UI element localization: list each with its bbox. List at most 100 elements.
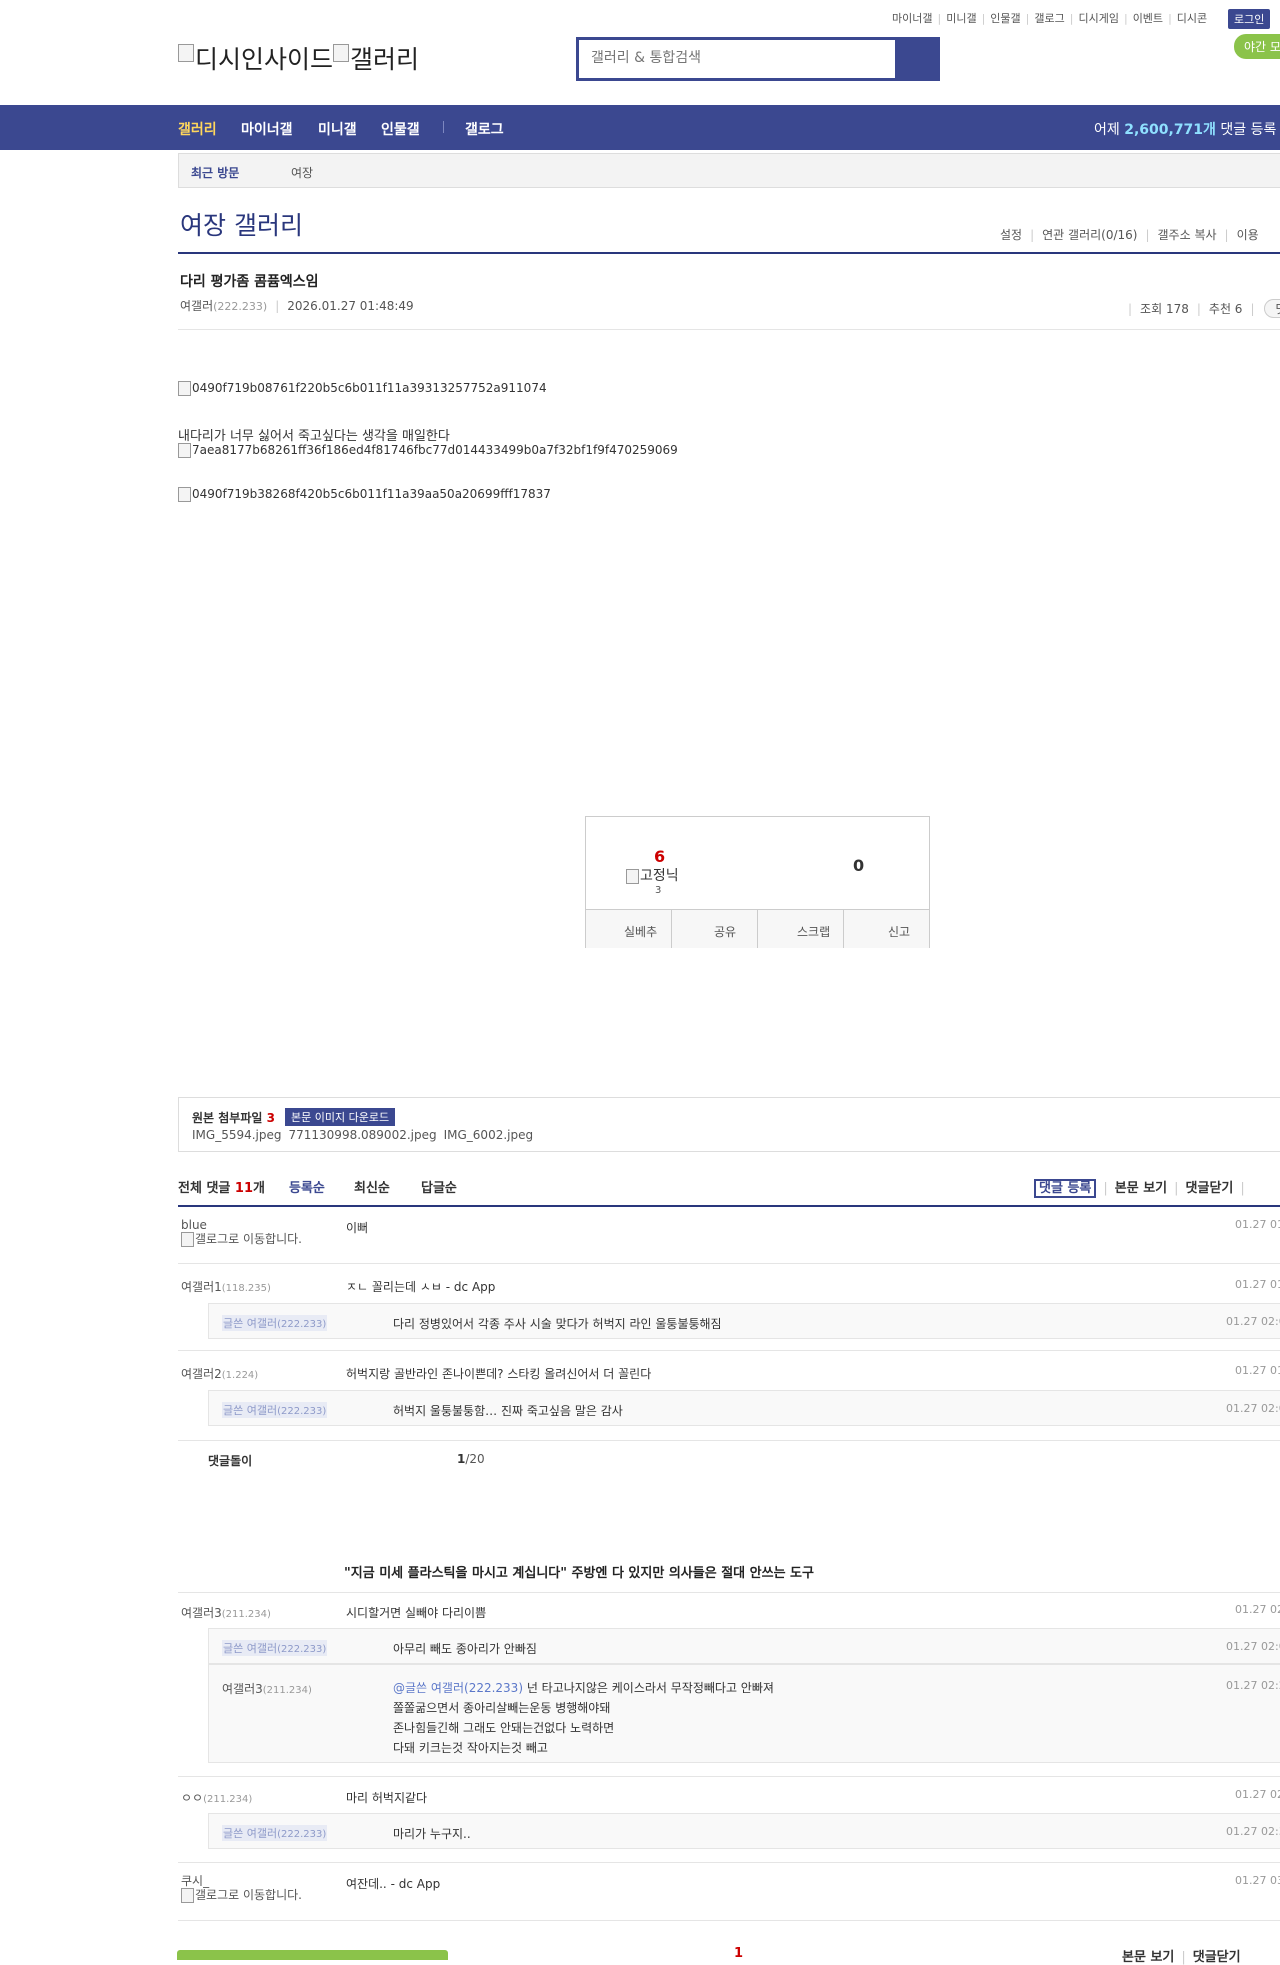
close-comments-button-bottom[interactable]: 댓글닫기	[1193, 1950, 1241, 1965]
reply-box: 글쓴 여갤러(222.233) 다리 정병있어서 각종 주사 시술 맞다가 허벅…	[208, 1303, 1280, 1339]
reply-box: 글쓴 여갤러(222.233) 아무리 빼도 종아리가 안빠짐 01.27 02…	[208, 1628, 1280, 1664]
order-registered[interactable]: 등록순	[289, 1177, 325, 1196]
reply-text-line: 다돼 키크는것 작아지는것 빼고	[393, 1741, 548, 1755]
recent-visit-label[interactable]: 최근 방문	[191, 164, 239, 181]
util-event[interactable]: 이벤트	[1133, 12, 1163, 25]
search-input[interactable]	[589, 49, 843, 67]
view-post-button-bottom[interactable]: 본문 보기	[1122, 1950, 1174, 1965]
login-button[interactable]: 로그인	[1228, 9, 1271, 29]
download-images-button[interactable]: 본문 이미지 다운로드	[285, 1108, 396, 1126]
util-person[interactable]: 인물갤	[990, 12, 1020, 25]
reply-box: 글쓴 여갤러(222.233) 마리가 누구지.. 01.27 02:3	[208, 1813, 1280, 1849]
reply-nick[interactable]: 여갤러3(211.234)	[222, 1680, 312, 1697]
comment-header: 전체 댓글 11개 등록순 최신순 답글순	[178, 1177, 457, 1196]
broken-image-icon	[178, 381, 191, 396]
gnb-gallery[interactable]: 갤러리	[178, 119, 217, 139]
reply-date: 01.27 02:2	[1226, 1679, 1280, 1692]
reply-text-line: 존나힘들긴해 그래도 안돼는건없다 노력하면	[393, 1721, 615, 1735]
gnb-person[interactable]: 인물갤	[381, 119, 420, 139]
ad-headline[interactable]: "지금 미세 플라스틱을 마시고 계십니다" 주방엔 다 있지만 의사들은 절대…	[344, 1562, 814, 1581]
comment-date: 01.27 01	[1235, 1278, 1280, 1291]
comment-divider	[178, 1205, 1280, 1207]
order-latest[interactable]: 최신순	[354, 1177, 390, 1196]
write-button[interactable]	[177, 1950, 448, 1960]
attachment-file[interactable]: 771130998.089002.jpeg	[289, 1128, 437, 1142]
close-comments-button[interactable]: 댓글닫기	[1186, 1181, 1234, 1196]
comment-nick[interactable]: 여갤러3(211.234)	[181, 1604, 271, 1621]
comment-date: 01.27 01	[1235, 1218, 1280, 1231]
downvote-count[interactable]: 0	[853, 856, 864, 875]
util-mini[interactable]: 미니갤	[946, 12, 976, 25]
broken-image-icon	[178, 44, 194, 62]
gnb-minor[interactable]: 마이너갤	[241, 119, 293, 139]
related-gallery-link[interactable]: 연관 갤러리(0/16)	[1042, 228, 1137, 242]
vote-actions: 실베추 공유 스크랩 신고	[586, 909, 929, 948]
post-text-1: 내다리가 너무 싫어서 죽고싶다는 생각을 매일한다	[178, 429, 450, 444]
gallery-tools: 설정 | 연관 갤러리(0/16) | 갤주소 복사 | 이용	[1000, 228, 1259, 242]
share-button[interactable]: 공유	[714, 923, 736, 940]
util-minor[interactable]: 마이너갤	[892, 12, 932, 25]
gnb-gallog[interactable]: 갤로그	[465, 119, 504, 139]
comment-register-button[interactable]: 댓글 등록	[1034, 1179, 1097, 1198]
order-replies[interactable]: 답글순	[421, 1177, 457, 1196]
post-image-3[interactable]: 0490f719b38268f420b5c6b011f11a39aa50a206…	[178, 487, 551, 502]
attachment-file[interactable]: IMG_5594.jpeg	[192, 1128, 282, 1142]
post-meta: 여갤러(222.233) | 2026.01.27 01:48:49	[180, 299, 414, 313]
usage-link[interactable]: 이용	[1237, 228, 1259, 242]
comment-nick[interactable]: ㅇㅇ(211.234)	[181, 1789, 252, 1806]
broken-image-icon	[178, 487, 191, 502]
reply-mention[interactable]: @글쓴 여갤러(222.233)	[393, 1681, 523, 1695]
post-image-2[interactable]: 7aea8177b68261ff36f186ed4f81746fbc77d014…	[178, 443, 678, 458]
reply-writer[interactable]: 글쓴 여갤러(222.233)	[222, 1640, 328, 1656]
site-logo[interactable]: 디시인사이드 갤러리	[178, 40, 419, 76]
report-button[interactable]: 신고	[888, 923, 910, 940]
upvote-count[interactable]: 6	[654, 847, 665, 866]
comment-bot-page[interactable]: 1/20	[457, 1452, 485, 1466]
night-mode-button[interactable]: 야간 모	[1234, 34, 1280, 59]
gnb-mini[interactable]: 미니갤	[318, 119, 357, 139]
comment-count-pill[interactable]: 댓	[1264, 299, 1280, 318]
comment-text: ㅈㄴ 꼴리는데 ㅅㅂ - dc App	[346, 1280, 496, 1294]
reply-writer[interactable]: 글쓴 여갤러(222.233)	[222, 1402, 328, 1418]
reply-text: 허벅지 울퉁불퉁함… 진짜 죽고싶음 말은 감사	[393, 1404, 623, 1418]
copy-url-link[interactable]: 갤주소 복사	[1158, 228, 1217, 242]
comment-bot-label: 댓글돌이	[208, 1454, 253, 1468]
reply-date: 01.27 02:0	[1226, 1640, 1280, 1653]
comment-nick[interactable]: 쿠시_ 갤로그로 이동합니다.	[181, 1874, 302, 1903]
comment-total-label: 전체 댓글	[178, 1181, 235, 1196]
comment-nick[interactable]: 여갤러1(118.235)	[181, 1278, 271, 1295]
broken-image-icon	[333, 44, 350, 62]
fixed-nick-image: 고정닉	[626, 865, 679, 885]
best-recommend-button[interactable]: 실베추	[624, 923, 657, 940]
comment-text: 마리 허벅지같다	[346, 1791, 428, 1805]
util-game[interactable]: 디시게임	[1078, 12, 1118, 25]
reply-date: 01.27 02:3	[1226, 1825, 1280, 1838]
comment-text: 시디할거면 실빼야 다리이쁨	[346, 1606, 487, 1620]
post-author[interactable]: 여갤러	[180, 299, 213, 313]
comment-nick[interactable]: blue 갤로그로 이동합니다.	[181, 1218, 302, 1247]
comment-row-divider	[178, 1440, 1280, 1441]
comment-page-current[interactable]: 1	[734, 1946, 743, 1961]
reply-writer[interactable]: 글쓴 여갤러(222.233)	[222, 1315, 328, 1331]
settings-link[interactable]: 설정	[1000, 228, 1022, 242]
post-image-1[interactable]: 0490f719b08761f220b5c6b011f11a3931325775…	[178, 381, 547, 396]
logo-alt-dcinside: 디시인사이드	[195, 45, 334, 74]
post-title: 다리 평가좀 콤퓸엑스임	[180, 274, 319, 290]
bottom-tools: 본문 보기 | 댓글닫기	[1122, 1950, 1241, 1965]
comment-date: 01.27 03	[1235, 1874, 1280, 1887]
util-gallog[interactable]: 갤로그	[1034, 12, 1064, 25]
gallery-title[interactable]: 여장 갤러리	[180, 206, 303, 242]
search-button[interactable]	[895, 40, 937, 78]
comment-row-divider	[178, 1350, 1280, 1351]
view-post-button[interactable]: 본문 보기	[1115, 1181, 1167, 1196]
recent-visit-gallery[interactable]: 여장	[291, 164, 313, 181]
search-box	[576, 37, 940, 81]
comment-nick[interactable]: 여갤러2(1.224)	[181, 1365, 258, 1382]
reply-text: 아무리 빼도 종아리가 안빠짐	[393, 1642, 537, 1656]
attachment-file[interactable]: IMG_6002.jpeg	[444, 1128, 534, 1142]
broken-image-icon	[181, 1232, 194, 1247]
scrap-button[interactable]: 스크랩	[797, 923, 830, 940]
util-dccon[interactable]: 디시콘	[1177, 12, 1207, 25]
post-views: 조회 178	[1140, 302, 1189, 316]
reply-writer[interactable]: 글쓴 여갤러(222.233)	[222, 1825, 328, 1841]
